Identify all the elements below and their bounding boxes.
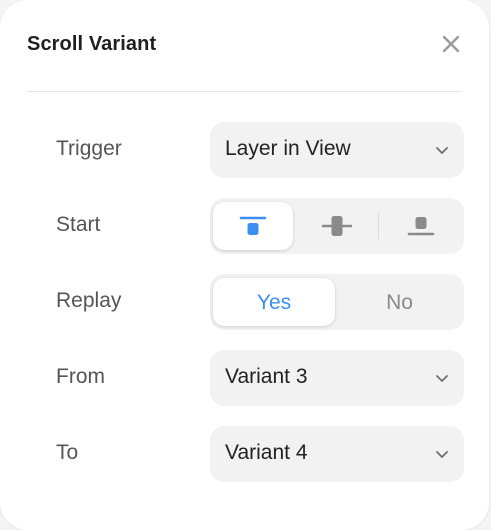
- replay-option-yes[interactable]: Yes: [213, 278, 335, 326]
- chevron-down-icon: [436, 147, 448, 154]
- to-label: To: [56, 441, 79, 464]
- align-top-icon: [239, 216, 267, 235]
- replay-label: Replay: [56, 289, 122, 312]
- replay-yes-label: Yes: [256, 291, 292, 314]
- start-option-bottom[interactable]: [380, 202, 461, 250]
- from-label: From: [56, 365, 105, 388]
- start-option-top[interactable]: [213, 202, 293, 250]
- panel-header: Scroll Variant: [27, 30, 462, 62]
- start-option-middle[interactable]: [296, 202, 378, 250]
- segment-divider: [378, 213, 379, 239]
- chevron-down-icon: [436, 451, 448, 458]
- align-bottom-icon: [407, 217, 434, 236]
- header-divider: [27, 91, 462, 92]
- from-select[interactable]: Variant 3: [210, 350, 464, 406]
- scroll-variant-panel: Scroll Variant Trigger Layer in View Sta…: [0, 0, 489, 530]
- close-icon: [442, 35, 460, 53]
- close-button[interactable]: [440, 32, 462, 56]
- start-label: Start: [56, 213, 101, 236]
- to-select[interactable]: Variant 4: [210, 426, 464, 482]
- replay-option-no[interactable]: No: [338, 278, 461, 326]
- panel-title: Scroll Variant: [27, 33, 157, 55]
- align-middle-icon: [322, 216, 352, 236]
- start-segmented-control: [210, 198, 464, 254]
- replay-no-label: No: [386, 291, 413, 314]
- chevron-down-icon: [436, 375, 448, 382]
- from-value: Variant 3: [225, 365, 308, 388]
- to-value: Variant 4: [225, 441, 308, 464]
- replay-segmented-control: Yes No: [210, 274, 464, 330]
- trigger-select[interactable]: Layer in View: [210, 122, 464, 178]
- trigger-value: Layer in View: [225, 137, 351, 160]
- trigger-label: Trigger: [56, 137, 122, 160]
